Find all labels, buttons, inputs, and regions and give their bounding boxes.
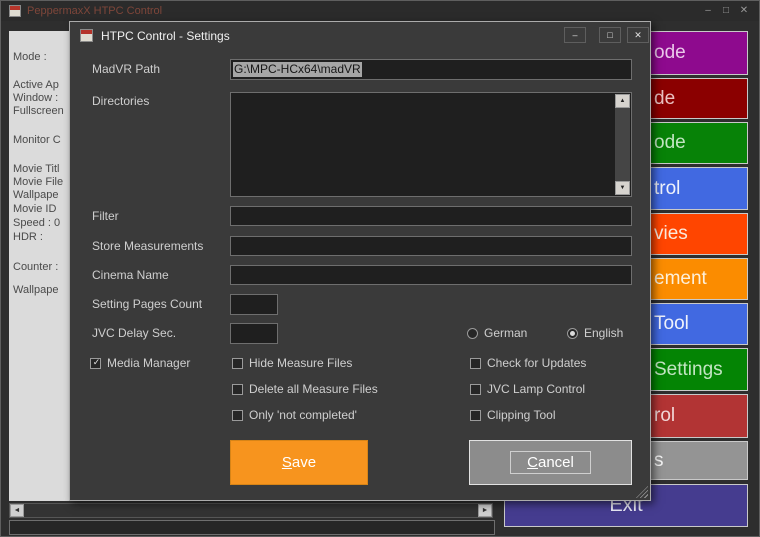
- cancel-button[interactable]: Cancel: [469, 440, 632, 485]
- checkbox-media-manager[interactable]: Media Manager: [90, 356, 190, 370]
- jvc-delay-sec-label: JVC Delay Sec.: [92, 326, 177, 340]
- dialog-close-button[interactable]: ✕: [627, 27, 649, 43]
- scroll-right-icon[interactable]: ►: [478, 504, 492, 517]
- horizontal-scrollbar[interactable]: ◄ ►: [9, 503, 493, 518]
- settings-dialog: HTPC Control - Settings – □ ✕ MadVR Path…: [69, 21, 651, 501]
- sidebar-label: Movie File: [13, 176, 64, 188]
- sidebar-label: Fullscreen: [13, 105, 64, 117]
- status-textbox[interactable]: [9, 520, 495, 535]
- checkbox-icon: [470, 357, 481, 369]
- sidebar-label: Wallpape: [13, 284, 59, 296]
- vertical-scrollbar[interactable]: ▲ ▼: [615, 94, 630, 195]
- dialog-minimize-button[interactable]: –: [564, 27, 586, 43]
- checkbox-clipping-tool[interactable]: Clipping Tool: [470, 408, 556, 422]
- cinema-name-input[interactable]: [230, 265, 632, 285]
- scroll-down-icon[interactable]: ▼: [615, 181, 630, 195]
- checkbox-delete-all-measure-files[interactable]: Delete all Measure Files: [232, 382, 378, 396]
- checkbox-icon: [232, 383, 243, 395]
- radio-icon: [467, 327, 478, 339]
- dialog-app-icon: [80, 29, 93, 42]
- filter-input[interactable]: [230, 206, 632, 226]
- sidebar-label: Movie Titl: [13, 163, 60, 175]
- store-measurements-input[interactable]: [230, 236, 632, 256]
- checkbox-jvc-lamp-control[interactable]: JVC Lamp Control: [470, 382, 585, 396]
- window-title: PeppermaxX HTPC Control: [27, 5, 163, 17]
- checkbox-icon: [470, 409, 481, 421]
- status-sidebar: Mode : Active Ap Window : Fullscreen Mon…: [9, 31, 73, 501]
- filter-label: Filter: [92, 209, 119, 223]
- jvc-delay-sec-input[interactable]: [230, 323, 278, 344]
- setting-pages-count-label: Setting Pages Count: [92, 297, 203, 311]
- minimize-button[interactable]: –: [699, 1, 717, 21]
- close-button[interactable]: ✕: [735, 1, 753, 21]
- checkbox-icon: [232, 357, 243, 369]
- checkbox-icon: [470, 383, 481, 395]
- main-window: PeppermaxX HTPC Control – □ ✕ Mode : Act…: [0, 0, 760, 537]
- sidebar-label: Speed : 0: [13, 217, 61, 229]
- radio-english-label: English: [584, 326, 624, 340]
- sidebar-label: Monitor C: [13, 134, 61, 146]
- radio-english[interactable]: English: [567, 326, 623, 340]
- checkbox-check-for-updates[interactable]: Check for Updates: [470, 356, 586, 370]
- checkbox-icon: [232, 409, 243, 421]
- scroll-up-icon[interactable]: ▲: [615, 94, 630, 108]
- checkbox-icon: [90, 357, 102, 369]
- sidebar-label: Counter :: [13, 261, 59, 273]
- sidebar-label: Movie ID: [13, 203, 57, 215]
- sidebar-label: Wallpape: [13, 189, 59, 201]
- save-button[interactable]: Save: [230, 440, 368, 485]
- madvr-path-label: MadVR Path: [92, 62, 161, 76]
- dialog-title: HTPC Control - Settings: [101, 29, 230, 43]
- checkbox-only-not-completed[interactable]: Only 'not completed': [232, 408, 357, 422]
- sidebar-label: Mode :: [13, 51, 47, 63]
- setting-pages-count-input[interactable]: [230, 294, 278, 315]
- checkbox-hide-measure-files[interactable]: Hide Measure Files: [232, 356, 352, 370]
- main-titlebar[interactable]: PeppermaxX HTPC Control – □ ✕: [1, 1, 759, 21]
- maximize-button[interactable]: □: [717, 1, 735, 21]
- dialog-maximize-button[interactable]: □: [599, 27, 621, 43]
- sidebar-label: Active Ap: [13, 79, 59, 91]
- store-measurements-label: Store Measurements: [92, 239, 204, 253]
- save-button-label: Save: [281, 454, 317, 471]
- directories-label: Directories: [92, 94, 150, 108]
- dialog-titlebar[interactable]: HTPC Control - Settings – □ ✕: [70, 22, 650, 50]
- madvr-path-value: G:\MPC-HCx64\madVR: [233, 62, 362, 77]
- cinema-name-label: Cinema Name: [92, 268, 169, 282]
- radio-german[interactable]: German: [467, 326, 527, 340]
- scroll-left-icon[interactable]: ◄: [10, 504, 24, 517]
- madvr-path-input[interactable]: G:\MPC-HCx64\madVR: [230, 59, 632, 80]
- resize-grip-icon[interactable]: [636, 486, 648, 498]
- cancel-button-label: Cancel: [527, 454, 574, 471]
- sidebar-label: HDR :: [13, 231, 43, 243]
- radio-german-label: German: [484, 326, 528, 340]
- sidebar-label: Window :: [13, 92, 59, 104]
- radio-icon: [567, 327, 578, 339]
- app-icon: [9, 5, 21, 17]
- directories-input[interactable]: ▲ ▼: [230, 92, 632, 197]
